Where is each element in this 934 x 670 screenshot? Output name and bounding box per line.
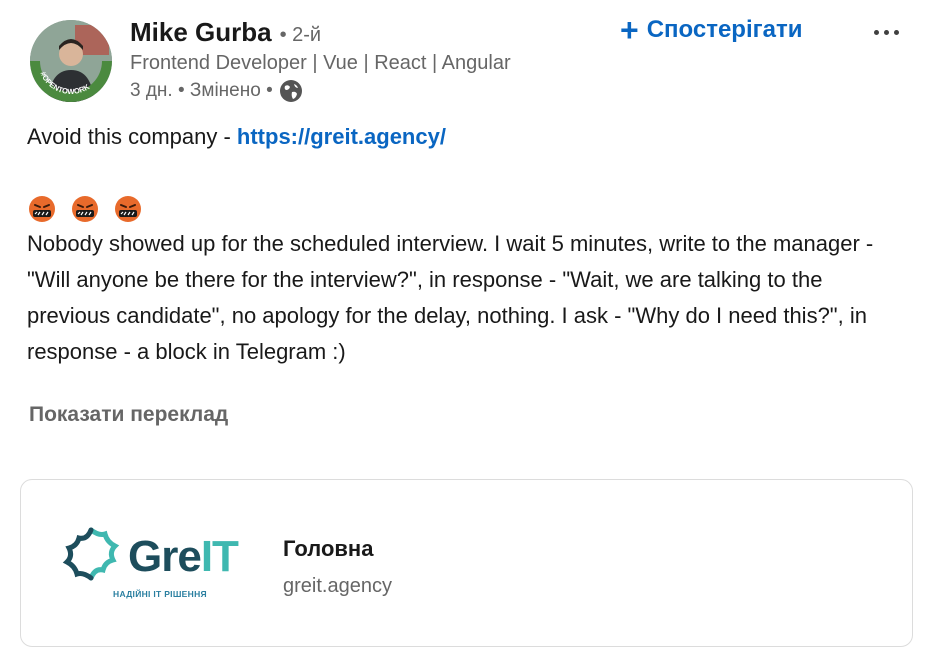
emoji-row xyxy=(27,194,143,224)
cursing-face-emoji xyxy=(72,196,98,222)
cursing-face-emoji xyxy=(115,196,141,222)
card-domain: greit.agency xyxy=(283,575,392,597)
globe-icon xyxy=(279,80,302,102)
greit-logo: GreIT НАДІЙНІ IT РІШЕННЯ xyxy=(61,520,261,610)
show-translation-button[interactable]: Показати переклад xyxy=(29,403,228,427)
post-link[interactable]: https://greit.agency/ xyxy=(237,124,446,149)
gear-logo-icon xyxy=(62,527,120,581)
link-preview-card[interactable]: GreIT НАДІЙНІ IT РІШЕННЯ Головна greit.a… xyxy=(20,479,913,647)
ellipsis-icon xyxy=(893,29,899,35)
card-title: Головна xyxy=(283,536,374,561)
follow-button[interactable]: + Спостерігати xyxy=(620,14,803,46)
avatar[interactable]: #OPENTOWORK xyxy=(30,20,112,102)
author-row: Mike Gurba • 2-й xyxy=(130,17,321,48)
post-meta: 3 дн. • Змінено • xyxy=(130,79,303,103)
follow-label: Спостерігати xyxy=(646,16,803,43)
post-body: Nobody showed up for the scheduled inter… xyxy=(27,231,874,364)
more-options-button[interactable] xyxy=(866,18,906,46)
post-intro: Avoid this company - https://greit.agenc… xyxy=(27,119,907,155)
logo-wordmark: GreIT xyxy=(128,532,239,581)
post-meta-text: 3 дн. • Змінено • xyxy=(130,80,273,101)
connection-degree: • 2-й xyxy=(279,24,322,46)
author-name[interactable]: Mike Gurba xyxy=(130,17,272,48)
post-intro-text: Avoid this company - xyxy=(27,124,237,149)
plus-icon: + xyxy=(620,12,639,48)
logo-tagline: НАДІЙНІ IT РІШЕННЯ xyxy=(113,589,207,599)
ellipsis-icon xyxy=(873,29,879,35)
author-headline: Frontend Developer | Vue | React | Angul… xyxy=(130,52,511,74)
ellipsis-icon xyxy=(883,29,889,35)
cursing-face-emoji xyxy=(29,196,55,222)
